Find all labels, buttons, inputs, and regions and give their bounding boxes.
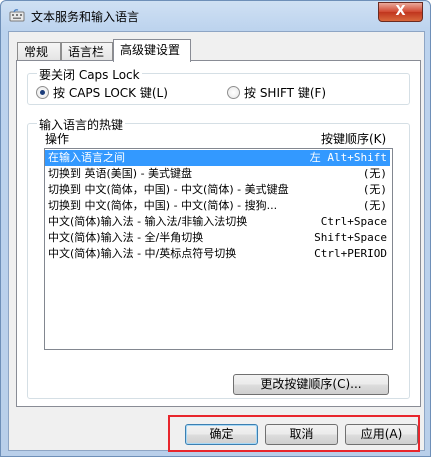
dialog-body: 常规 语言栏 高级键设置 要关闭 Caps Lock 按 CAPS LOCK 键… [8, 31, 425, 451]
caps-lock-label: 要关闭 Caps Lock [37, 66, 142, 83]
list-item[interactable]: 切换到 中文(简体，中国) - 中文(简体) - 美式键盘 (无) [45, 182, 390, 198]
list-item[interactable]: 切换到 英语(美国) - 美式键盘 (无) [45, 166, 390, 182]
list-item[interactable]: 中文(简体)输入法 - 输入法/非输入法切换 Ctrl+Space [45, 214, 390, 230]
list-item[interactable]: 切换到 中文(简体，中国) - 中文(简体) - 搜狗... (无) [45, 198, 390, 214]
tab-general[interactable]: 常规 [17, 42, 61, 61]
column-header-sequence: 按键顺序(K) [321, 132, 387, 146]
column-header-action: 操作 [45, 132, 70, 146]
radio-caps-lock-key[interactable]: 按 CAPS LOCK 键(L) [36, 84, 168, 101]
radio-selected-icon [36, 86, 49, 99]
change-key-sequence-button[interactable]: 更改按键顺序(C)... [233, 374, 389, 395]
hotkey-list[interactable]: 在输入语言之间 左 Alt+Shift 切换到 英语(美国) - 美式键盘 (无… [44, 148, 393, 350]
close-icon: X [395, 4, 406, 19]
highlight-box [168, 415, 420, 452]
tab-language-bar[interactable]: 语言栏 [61, 42, 113, 61]
close-button[interactable]: X [378, 2, 423, 22]
title-bar[interactable]: 文本服务和输入语言 X [1, 1, 430, 31]
list-item[interactable]: 中文(简体)输入法 - 中/英标点符号切换 Ctrl+PERIOD [45, 246, 390, 262]
radio-unselected-icon [227, 86, 240, 99]
radio-caps-lock-label: 按 CAPS LOCK 键(L) [53, 86, 168, 100]
list-item[interactable]: 在输入语言之间 左 Alt+Shift [45, 150, 390, 166]
tab-advanced-key-settings[interactable]: 高级键设置 [113, 39, 191, 62]
radio-shift-key[interactable]: 按 SHIFT 键(F) [227, 84, 326, 101]
window-title: 文本服务和输入语言 [31, 10, 140, 24]
radio-shift-label: 按 SHIFT 键(F) [244, 86, 327, 100]
list-item[interactable]: 中文(简体)输入法 - 全/半角切换 Shift+Space [45, 230, 390, 246]
keyboard-icon [9, 9, 25, 22]
dialog-window: 文本服务和输入语言 X 常规 语言栏 高级键设置 要关闭 Caps Lock 按… [0, 0, 431, 457]
